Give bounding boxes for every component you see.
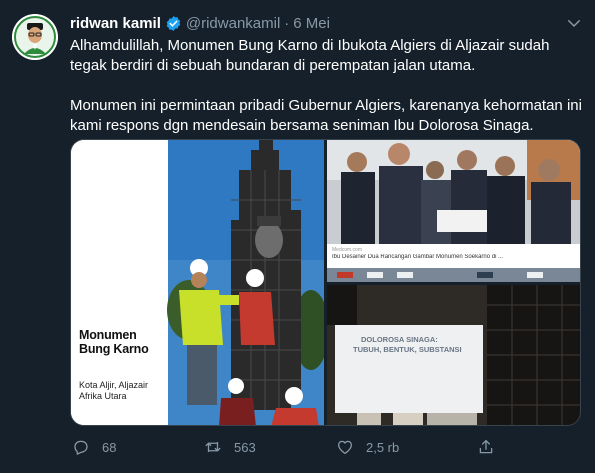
- tweet[interactable]: ridwan kamil @ridwankamil · 6 Mei Alhamd…: [0, 0, 595, 473]
- monument-location-line: Afrika Utara: [79, 391, 127, 401]
- tweet-paragraph: Alhamdulillah, Monumen Bung Karno di Ibu…: [70, 37, 550, 74]
- tweet-text: Alhamdulillah, Monumen Bung Karno di Ibu…: [70, 36, 585, 136]
- banner-line: DOLOROSA SINAGA:: [361, 335, 438, 344]
- tweet-actions: 68 563 2,5 rb: [70, 436, 570, 458]
- monument-location: Kota Aljir, Aljazair Afrika Utara: [79, 380, 169, 402]
- display-name[interactable]: ridwan kamil: [70, 15, 161, 32]
- retweet-button[interactable]: 563: [204, 436, 256, 458]
- share-button[interactable]: [477, 436, 495, 458]
- media-grid: Monumen Bung Karno Kota Aljir, Aljazair …: [70, 139, 581, 426]
- tweet-date[interactable]: 6 Mei: [293, 15, 330, 32]
- reply-button[interactable]: 68: [72, 436, 116, 458]
- link-preview-site: Medcom.com: [332, 247, 363, 253]
- monument-title-line: Bung Karno: [79, 342, 149, 356]
- avatar[interactable]: [12, 14, 58, 60]
- retweet-icon: [205, 441, 221, 453]
- heart-icon: [337, 440, 353, 455]
- tweet-paragraph: Monumen ini permintaan pribadi Gubernur …: [70, 97, 582, 134]
- reply-icon: [74, 440, 88, 455]
- monument-title: Monumen Bung Karno: [79, 328, 174, 356]
- exhibition-banner: DOLOROSA SINAGA: TUBUH, BENTUK, SUBSTANS…: [335, 325, 483, 413]
- chevron-down-icon[interactable]: [565, 14, 583, 32]
- like-button[interactable]: 2,5 rb: [336, 436, 399, 458]
- tweet-header: ridwan kamil @ridwankamil · 6 Mei: [70, 13, 555, 33]
- link-preview-caption: Ibu Desainer Dua Rancangan Gambar Monume…: [332, 254, 504, 260]
- link-preview-strip: Medcom.com Ibu Desainer Dua Rancangan Ga…: [327, 244, 580, 268]
- media-photo-exhibition[interactable]: DOLOROSA SINAGA: TUBUH, BENTUK, SUBSTANS…: [327, 285, 580, 425]
- reply-count: 68: [102, 439, 117, 455]
- share-icon: [479, 439, 493, 454]
- separator-dot: ·: [284, 14, 290, 32]
- like-count: 2,5 rb: [366, 439, 400, 455]
- monument-location-line: Kota Aljir, Aljazair: [79, 380, 149, 390]
- media-photo-officials[interactable]: Medcom.com Ibu Desainer Dua Rancangan Ga…: [327, 140, 580, 282]
- media-photo-monument[interactable]: Monumen Bung Karno Kota Aljir, Aljazair …: [71, 140, 324, 425]
- monument-title-line: Monumen: [79, 328, 137, 342]
- banner-line: TUBUH, BENTUK, SUBSTANSI: [353, 345, 462, 354]
- handle[interactable]: @ridwankamil: [186, 15, 280, 32]
- verified-badge-icon: [165, 15, 182, 32]
- retweet-count: 563: [234, 439, 256, 455]
